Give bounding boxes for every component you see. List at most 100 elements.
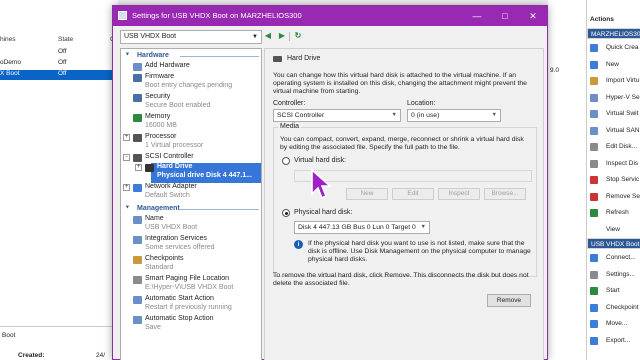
- hardware-section-label: Hardware: [137, 52, 169, 59]
- browse-button[interactable]: Browse...: [484, 188, 526, 200]
- action-label: Quick Crea: [606, 44, 639, 51]
- tree-item[interactable]: + Processor 1 Virtual processor: [121, 133, 261, 153]
- tree-item-subtitle: Secure Boot enabled: [145, 102, 211, 109]
- vm-action-item[interactable]: Move...: [587, 317, 640, 331]
- maximize-icon[interactable]: □: [491, 6, 519, 26]
- close-icon[interactable]: ✕: [519, 6, 547, 26]
- back-arrow-icon[interactable]: ◀: [263, 30, 273, 42]
- action-label: Start: [606, 287, 620, 294]
- physical-hard-disk-radio[interactable]: [282, 209, 290, 217]
- vm-selector-dropdown[interactable]: USB VHDX Boot ▼: [120, 30, 262, 44]
- action-label: View: [606, 225, 620, 233]
- action-label: Export...: [606, 336, 631, 344]
- action-icon: [590, 159, 598, 168]
- vm-action-item[interactable]: Export...: [587, 334, 640, 348]
- tree-item[interactable]: Memory 16000 MB: [121, 113, 261, 133]
- host-action-item[interactable]: Edit Disk...: [587, 140, 640, 154]
- window-title: Settings for USB VHDX Boot on MARZHELIOS…: [132, 11, 302, 20]
- action-label: Inspect Dis: [606, 159, 639, 167]
- remove-button[interactable]: Remove: [487, 294, 531, 307]
- tree-item-icon: [133, 114, 142, 122]
- tree-item[interactable]: Automatic Start Action Restart if previou…: [121, 295, 261, 315]
- tree-item-hard-drive[interactable]: + Hard Drive Physical drive Disk 4 447.1..…: [121, 163, 261, 183]
- tree-item[interactable]: Security Secure Boot enabled: [121, 93, 261, 113]
- host-action-item[interactable]: Stop Servic: [587, 173, 640, 187]
- vm-row[interactable]: Off: [0, 48, 118, 58]
- vm-row[interactable]: oDemo Off: [0, 59, 118, 69]
- host-action-item[interactable]: View: [587, 223, 640, 237]
- vm-row-selected[interactable]: X Boot Off: [0, 70, 118, 80]
- tree-item-title: Network Adapter: [145, 183, 197, 190]
- location-dropdown[interactable]: 0 (in use) ▼: [407, 109, 501, 122]
- edit-button[interactable]: Edit: [392, 188, 434, 200]
- expand-icon[interactable]: +: [123, 134, 130, 141]
- chevron-down-icon: ▼: [252, 34, 258, 40]
- expand-icon[interactable]: +: [135, 164, 142, 171]
- action-icon: [590, 287, 598, 295]
- section-divider: [180, 56, 259, 57]
- vm-details-pane: Boot Created: 24/: [0, 326, 118, 360]
- action-icon: [590, 225, 598, 234]
- tree-item[interactable]: Name USB VHDX Boot: [121, 215, 261, 235]
- chevron-down-icon: ▼: [391, 112, 397, 118]
- actions-pane: Actions MARZHELIOS300 Quick Crea New Import …: [586, 0, 640, 360]
- inspect-button[interactable]: Inspect: [438, 188, 480, 200]
- host-action-item[interactable]: Refresh: [587, 206, 640, 220]
- collapse-icon[interactable]: ⯆: [125, 52, 134, 60]
- new-button[interactable]: New: [346, 188, 388, 200]
- action-icon: [590, 320, 598, 328]
- tree-item[interactable]: Automatic Stop Action Save: [121, 315, 261, 335]
- media-text-line: You can compact, convert, expand, merge,…: [280, 136, 524, 143]
- tree-item-subtitle: Physical drive Disk 4 447.1...: [157, 172, 252, 179]
- host-actions-group[interactable]: MARZHELIOS300: [587, 28, 640, 39]
- vm-action-item[interactable]: Checkpoint: [587, 301, 640, 315]
- vm-action-item[interactable]: Connect...: [587, 251, 640, 265]
- host-action-item[interactable]: Virtual SAN: [587, 124, 640, 138]
- tree-item[interactable]: + Network Adapter Default Switch: [121, 183, 261, 203]
- vm-list-header: hines State C: [0, 36, 118, 46]
- vm-action-item[interactable]: Settings...: [587, 268, 640, 282]
- action-icon: [590, 254, 598, 262]
- tree-item-icon: [133, 276, 142, 284]
- media-label: Media: [278, 123, 302, 130]
- host-action-item[interactable]: Virtual Swit: [587, 107, 640, 121]
- host-action-item[interactable]: Import Virtu: [587, 74, 640, 88]
- tree-item-title: Integration Services: [145, 235, 207, 242]
- controller-label: Controller:: [273, 100, 306, 107]
- tree-item-subtitle: Standard: [145, 264, 174, 271]
- action-label: New: [606, 60, 620, 68]
- configuration-version: 9.0: [550, 67, 560, 74]
- host-action-item[interactable]: Hyper-V Se: [587, 91, 640, 105]
- expand-icon[interactable]: +: [123, 184, 130, 191]
- host-action-item[interactable]: Quick Crea: [587, 41, 640, 55]
- tree-item-title: Add Hardware: [145, 62, 190, 69]
- tree-item-title: Name: [145, 215, 164, 222]
- tree-item-subtitle: 16000 MB: [145, 122, 177, 129]
- minimize-icon[interactable]: —: [463, 6, 491, 26]
- virtual-hard-disk-radio[interactable]: [282, 157, 290, 165]
- chevron-down-icon: ▼: [491, 112, 497, 118]
- vm-action-item[interactable]: Start: [587, 284, 640, 298]
- tree-item-title: Automatic Start Action: [145, 295, 214, 302]
- vm-actions-group[interactable]: USB VHDX Boot: [587, 238, 640, 249]
- tree-item[interactable]: Firmware Boot entry changes pending: [121, 73, 261, 93]
- collapse-icon[interactable]: ⯆: [125, 205, 134, 213]
- action-icon: [590, 192, 598, 201]
- host-action-item[interactable]: Inspect Dis: [587, 157, 640, 171]
- collapse-icon[interactable]: -: [123, 154, 130, 161]
- tree-item[interactable]: Smart Paging File Location E:\Hyper-V\USB…: [121, 275, 261, 295]
- details-title: Boot: [2, 332, 16, 339]
- physical-hard-disk-dropdown[interactable]: Disk 4 447.13 GB Bus 0 Lun 0 Target 0 ▼: [294, 221, 430, 234]
- forward-arrow-icon[interactable]: ▶: [277, 30, 287, 42]
- host-action-item[interactable]: New: [587, 58, 640, 72]
- host-action-item[interactable]: Remove Se: [587, 190, 640, 204]
- panel-heading-text: Hard Drive: [287, 55, 321, 62]
- tree-item[interactable]: Checkpoints Standard: [121, 255, 261, 275]
- tree-item[interactable]: Integration Services Some services offere…: [121, 235, 261, 255]
- state-column-header[interactable]: State: [58, 36, 73, 43]
- refresh-icon[interactable]: ↻: [293, 30, 303, 42]
- management-section-label: Management: [137, 205, 180, 212]
- name-column-header[interactable]: hines: [0, 36, 16, 43]
- vm-state: Off: [58, 70, 67, 77]
- controller-dropdown[interactable]: SCSI Controller ▼: [273, 109, 401, 122]
